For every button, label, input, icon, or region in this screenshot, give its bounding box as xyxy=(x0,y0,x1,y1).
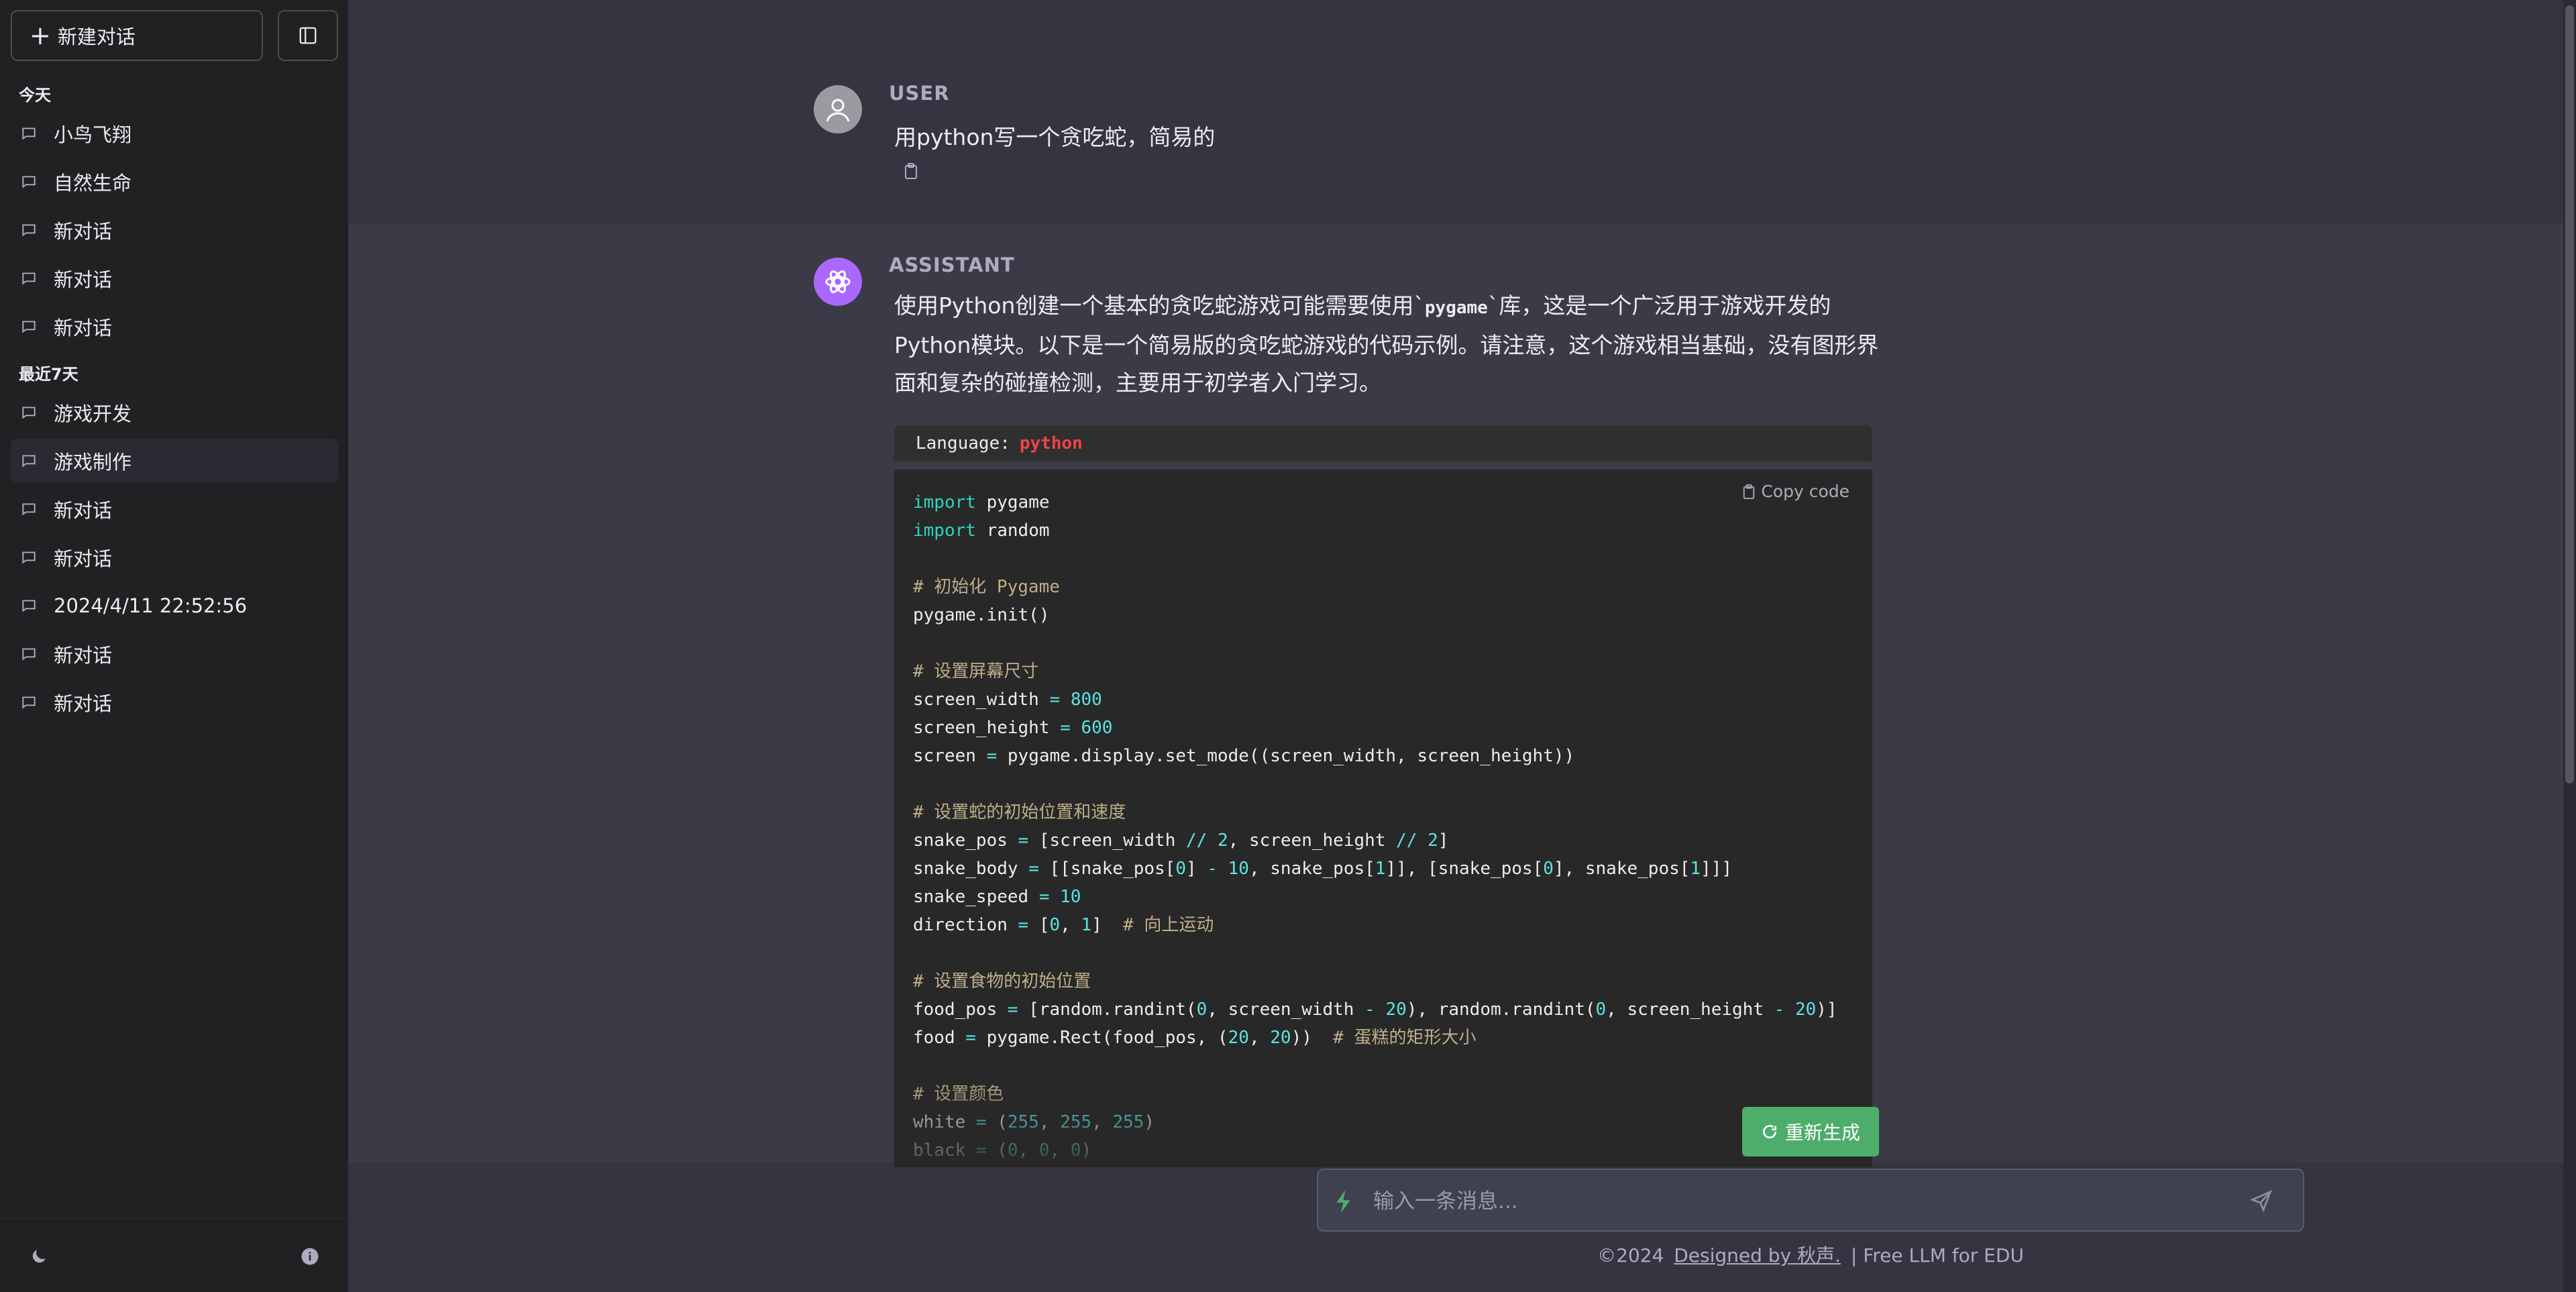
assistant-role-label: ASSISTANT xyxy=(889,254,1015,276)
plus-icon: + xyxy=(30,21,51,50)
clipboard-icon xyxy=(905,163,917,179)
assistant-avatar xyxy=(814,258,862,306)
openai-logo-icon xyxy=(825,270,851,293)
section-title-today: 今天 xyxy=(19,86,51,105)
message-icon xyxy=(22,272,36,285)
message-icon xyxy=(22,407,36,419)
chat-main: USER 用python写一个贪吃蛇，简易的 ASSISTANT 使用Pytho… xyxy=(348,0,2576,1292)
code-block: Copy code import pygame import random # … xyxy=(894,470,1872,1167)
scrollbar-thumb[interactable] xyxy=(2565,5,2574,784)
new-chat-button[interactable]: + 新建对话 xyxy=(11,10,263,61)
conversation-item-active[interactable]: 游戏制作 xyxy=(11,439,338,483)
copy-message-button[interactable] xyxy=(904,162,921,182)
conversation-item[interactable]: 2024/4/11 22:52:56 xyxy=(11,584,338,628)
conversation-title: 游戏制作 xyxy=(54,451,132,474)
lightning-icon xyxy=(1336,1190,1350,1213)
message-icon xyxy=(22,648,36,661)
conversation-title: 游戏开发 xyxy=(54,402,132,425)
conversation-title: 新对话 xyxy=(54,547,113,570)
message-icon xyxy=(22,127,36,140)
sidebar: + 新建对话 今天 小鸟飞翔 自然生命 新对话 新对话 新对话 最近7天 游戏开… xyxy=(0,0,348,1292)
message-icon xyxy=(22,503,36,516)
section-title-recent: 最近7天 xyxy=(19,365,78,384)
conversation-item[interactable]: 新对话 xyxy=(11,632,338,676)
conversation-title: 新对话 xyxy=(54,317,113,339)
assistant-intro-part1: 使用Python创建一个基本的贪吃蛇游戏可能需要使用` xyxy=(894,292,1425,319)
message-icon xyxy=(22,600,36,612)
code-language-label: Language: xyxy=(916,433,1010,453)
moon-icon xyxy=(32,1250,46,1263)
user-message-row xyxy=(348,0,2563,223)
conversation-title: 新对话 xyxy=(54,220,113,243)
conversation-item[interactable]: 新对话 xyxy=(11,305,338,349)
conversation-title: 新对话 xyxy=(54,499,113,522)
sidebar-toggle-icon xyxy=(299,27,317,44)
regenerate-button[interactable]: 重新生成 xyxy=(1742,1107,1879,1156)
sidebar-footer xyxy=(0,1218,348,1292)
code-language-value: python xyxy=(1019,433,1083,453)
conversation-title: 新对话 xyxy=(54,644,113,667)
conversation-item[interactable]: 新对话 xyxy=(11,256,338,301)
conversation-title: 小鸟飞翔 xyxy=(54,123,132,146)
clipboard-icon xyxy=(1743,484,1755,499)
regenerate-label: 重新生成 xyxy=(1784,1122,1860,1144)
toggle-sidebar-button[interactable] xyxy=(278,10,338,61)
conversation-title: 新对话 xyxy=(54,692,113,715)
refresh-icon xyxy=(1763,1125,1776,1139)
code-content: import pygame import random # 初始化 Pygame… xyxy=(913,492,1837,1161)
message-icon xyxy=(22,455,36,468)
message-icon xyxy=(22,696,36,709)
conversation-item[interactable]: 游戏开发 xyxy=(11,390,338,435)
conversation-item[interactable]: 新对话 xyxy=(11,535,338,580)
new-chat-label: 新建对话 xyxy=(57,25,136,48)
conversation-item[interactable]: 新对话 xyxy=(11,487,338,531)
user-avatar xyxy=(814,85,862,133)
info-icon xyxy=(301,1248,319,1265)
info-button[interactable] xyxy=(297,1243,323,1270)
theme-toggle-button[interactable] xyxy=(25,1243,52,1270)
code-language-header: Language: python xyxy=(894,425,1872,462)
footer-tagline: | Free LLM for EDU xyxy=(1850,1244,2024,1267)
user-message-text: 用python写一个贪吃蛇，简易的 xyxy=(894,124,1216,150)
copy-code-button[interactable]: Copy code xyxy=(1742,482,1849,501)
message-icon xyxy=(22,551,36,564)
message-icon xyxy=(22,224,36,237)
conversation-item[interactable]: 新对话 xyxy=(11,680,338,724)
conversation-title: 2024/4/11 22:52:56 xyxy=(54,594,248,617)
conversation-item[interactable]: 自然生命 xyxy=(11,160,338,204)
conversation-item[interactable]: 小鸟飞翔 xyxy=(11,111,338,156)
message-icon xyxy=(22,321,36,333)
conversation-title: 新对话 xyxy=(54,268,113,291)
copy-code-label: Copy code xyxy=(1761,482,1849,501)
send-icon xyxy=(2249,1189,2272,1213)
assistant-message-text: 使用Python创建一个基本的贪吃蛇游戏可能需要使用`pygame`库，这是一个… xyxy=(894,287,1900,402)
message-input[interactable] xyxy=(1372,1183,2204,1220)
user-icon xyxy=(826,99,850,122)
copyright-text: ©2024 xyxy=(1597,1244,1664,1267)
conversation-title: 自然生命 xyxy=(54,172,132,195)
conversation-item[interactable]: 新对话 xyxy=(11,208,338,252)
page-footer: ©2024 Designed by 秋声. | Free LLM for EDU xyxy=(1317,1241,2304,1268)
scrollbar[interactable] xyxy=(2563,0,2576,1292)
designer-link[interactable]: Designed by 秋声. xyxy=(1674,1244,1841,1267)
message-input-box xyxy=(1317,1169,2304,1232)
user-role-label: USER xyxy=(889,82,950,105)
inline-code: pygame xyxy=(1424,298,1488,318)
message-icon xyxy=(22,176,36,189)
